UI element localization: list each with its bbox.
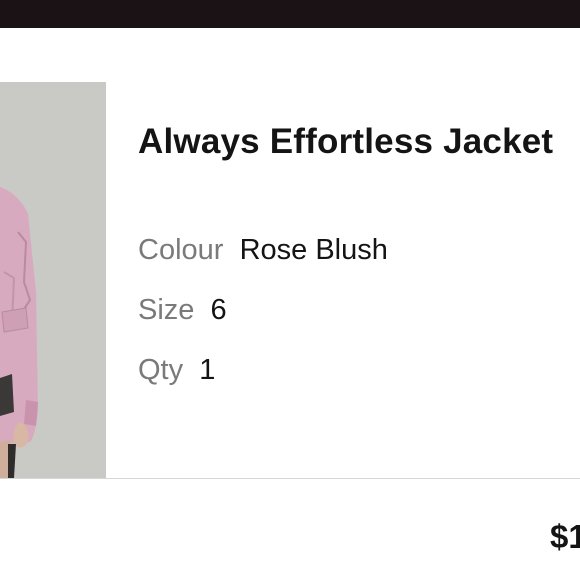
product-details: Always Effortless Jacket Colour Rose Blu… bbox=[138, 82, 580, 478]
size-label: Size bbox=[138, 294, 195, 326]
size-row: Size 6 bbox=[138, 294, 227, 327]
item-price: $1 bbox=[550, 518, 580, 555]
cart-item-card[interactable]: Always Effortless Jacket Colour Rose Blu… bbox=[0, 82, 580, 478]
header-spacer bbox=[0, 28, 580, 82]
product-title[interactable]: Always Effortless Jacket bbox=[138, 122, 553, 162]
product-photo-icon bbox=[0, 82, 106, 478]
item-divider bbox=[0, 478, 580, 479]
product-thumbnail[interactable] bbox=[0, 82, 106, 478]
colour-value: Rose Blush bbox=[239, 234, 388, 266]
qty-label: Qty bbox=[138, 354, 184, 386]
qty-value: 1 bbox=[199, 354, 216, 386]
colour-row: Colour Rose Blush bbox=[138, 234, 388, 267]
qty-row: Qty 1 bbox=[138, 354, 215, 387]
colour-label: Colour bbox=[138, 234, 224, 266]
size-value: 6 bbox=[210, 294, 227, 326]
top-bar bbox=[0, 0, 580, 28]
